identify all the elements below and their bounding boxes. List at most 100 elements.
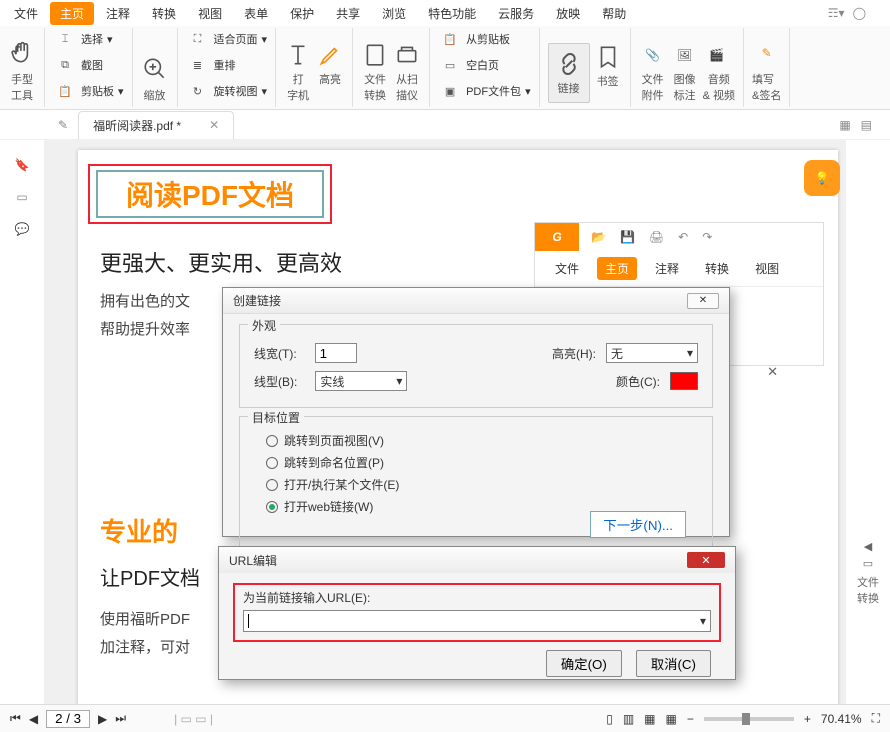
menubar: 文件 主页 注释 转换 视图 表单 保护 共享 浏览 特色功能 云服务 放映 帮… (0, 0, 890, 26)
fitpage-button[interactable]: ⛶适合页面 ▾ (186, 27, 268, 51)
mini-tab-convert[interactable]: 转换 (697, 257, 737, 280)
view-facing-icon[interactable]: ▦ (644, 712, 655, 726)
url-input[interactable]: ▾ (243, 610, 711, 632)
fullscreen-icon[interactable]: ⛶ (872, 711, 880, 726)
highlight-icon[interactable] (316, 41, 344, 69)
menu-slideshow[interactable]: 放映 (546, 2, 590, 25)
rightbar-fileconv-icon[interactable]: ▭ (863, 557, 873, 570)
zoom-icon[interactable] (141, 55, 169, 83)
menu-file[interactable]: 文件 (4, 2, 48, 25)
view-contfacing-icon[interactable]: ▦ (666, 712, 677, 726)
page-input[interactable] (46, 710, 90, 728)
menu-cloud[interactable]: 云服务 (488, 2, 544, 25)
menu-view[interactable]: 视图 (188, 2, 232, 25)
zoom-slider[interactable] (704, 717, 794, 721)
mini-tab-annot[interactable]: 注释 (647, 257, 687, 280)
mini-open-icon[interactable]: 📂 (591, 230, 606, 244)
radio-pageview[interactable]: 跳转到页面视图(V) (266, 432, 698, 449)
document-tabbar: ✎ 福昕阅读器.pdf * ✕ ▦ ▤ (0, 110, 890, 140)
highlight-select[interactable]: 无▾ (606, 343, 698, 363)
bookmark-panel-icon[interactable]: 🔖 (15, 158, 30, 172)
reflow-button[interactable]: ≣重排 (186, 53, 268, 77)
ok-button[interactable]: 确定(O) (546, 650, 622, 677)
prev-page-icon[interactable]: ◀ (29, 712, 38, 726)
last-page-icon[interactable]: ⏭ (115, 711, 126, 726)
mini-tab-view[interactable]: 视图 (747, 257, 787, 280)
screenshot-button[interactable]: ⧉截图 (53, 53, 124, 77)
mini-print-icon[interactable]: 🖨 (649, 230, 664, 244)
ribbon: 手型 工具 ⌶选择 ▾ ⧉截图 📋剪贴板 ▾ 缩放 ⛶适合页面 ▾ ≣重排 ↻旋… (0, 26, 890, 110)
hand-tool-icon[interactable] (8, 39, 36, 67)
next-button[interactable]: 下一步(N)... (590, 511, 686, 538)
menu-protect[interactable]: 保护 (280, 2, 324, 25)
doc-text-4: 使用福昕PDF (100, 608, 190, 629)
menu-help[interactable]: 帮助 (592, 2, 636, 25)
fromclip-button[interactable]: 📋从剪贴板 (438, 27, 531, 51)
file-tab[interactable]: 福昕阅读器.pdf * ✕ (78, 111, 234, 139)
pages-panel-icon[interactable]: ▭ (16, 190, 27, 204)
blankpage-button[interactable]: ▭空白页 (438, 53, 531, 77)
menu-form[interactable]: 表单 (234, 2, 278, 25)
link-annotation-box[interactable]: 阅读PDF文档 (96, 170, 324, 218)
next-page-icon[interactable]: ▶ (98, 712, 107, 726)
header-circle-icon[interactable]: ◯ (853, 6, 866, 20)
menu-convert[interactable]: 转换 (142, 2, 186, 25)
view-cont-icon[interactable]: ▥ (623, 712, 634, 726)
fillsign-icon[interactable]: ✎ (753, 39, 781, 67)
av-icon[interactable]: 🎬 (703, 41, 731, 69)
select-button[interactable]: ⌶选择 ▾ (53, 27, 124, 51)
mini-save-icon[interactable]: 💾 (620, 230, 635, 244)
panel-icon[interactable]: ▤ (861, 118, 872, 132)
tab-close-icon[interactable]: ✕ (209, 118, 219, 132)
radio-named[interactable]: 跳转到命名位置(P) (266, 454, 698, 471)
url-label: 为当前链接输入URL(E): (243, 589, 711, 606)
typewriter-icon[interactable] (284, 41, 312, 69)
scanner-icon[interactable] (393, 41, 421, 69)
zoom-out-icon[interactable]: − (687, 712, 694, 726)
mini-undo-icon[interactable]: ↶ (678, 230, 688, 244)
rotate-icon: ↻ (186, 79, 210, 103)
zoom-label: 缩放 (144, 87, 166, 103)
menu-share[interactable]: 共享 (326, 2, 370, 25)
dialog2-close-icon[interactable]: ✕ (687, 552, 725, 568)
menu-home[interactable]: 主页 (50, 2, 94, 25)
clip-icon: 📋 (438, 27, 462, 51)
bookmark-icon[interactable] (594, 43, 622, 71)
linetype-select[interactable]: 实线▾ (315, 371, 407, 391)
mini-close-icon[interactable]: ✕ (767, 364, 778, 380)
doc-title: 阅读PDF文档 (126, 174, 294, 214)
rotate-button[interactable]: ↻旋转视图 ▾ (186, 79, 268, 103)
menu-feature[interactable]: 特色功能 (418, 2, 486, 25)
grid-icon[interactable]: ▦ (839, 118, 850, 132)
view-single-icon[interactable]: ▯ (606, 712, 613, 726)
radio-file[interactable]: 打开/执行某个文件(E) (266, 476, 698, 493)
fileconv-icon[interactable] (361, 41, 389, 69)
pack-icon: ▣ (438, 79, 462, 103)
cancel-button[interactable]: 取消(C) (636, 650, 711, 677)
clipboard-button[interactable]: 📋剪贴板 ▾ (53, 79, 124, 103)
search-dropdown-icon[interactable]: ☶▾ (828, 6, 845, 20)
blank-icon: ▭ (438, 53, 462, 77)
chevron-down-icon: ▾ (687, 346, 693, 360)
pdfpack-button[interactable]: ▣PDF文件包 ▾ (438, 79, 531, 103)
mini-redo-icon[interactable]: ↷ (702, 230, 712, 244)
menu-annot[interactable]: 注释 (96, 2, 140, 25)
color-swatch[interactable] (670, 372, 698, 390)
first-page-icon[interactable]: ⏮ (10, 711, 21, 726)
fitpage-icon: ⛶ (186, 27, 210, 51)
imgannot-icon[interactable]: 🖼 (671, 41, 699, 69)
zoom-in-icon[interactable]: + (804, 712, 811, 726)
mini-tab-home[interactable]: 主页 (597, 257, 637, 280)
dialog1-close-icon[interactable]: ✕ (687, 293, 719, 309)
right-expand-icon[interactable]: ◀ (864, 540, 872, 553)
mini-tab-file[interactable]: 文件 (547, 257, 587, 280)
linewidth-input[interactable] (315, 343, 357, 363)
link-button[interactable]: 链接 (548, 43, 590, 103)
pencil-icon[interactable]: ✎ (58, 118, 68, 132)
comments-panel-icon[interactable]: 💬 (15, 222, 30, 236)
reflow-icon: ≣ (186, 53, 210, 77)
attach-icon[interactable]: 📎 (639, 41, 667, 69)
tips-bulb-icon[interactable]: 💡 (804, 160, 840, 196)
right-sidebar: ◀ ▭ 文件 转换 (846, 140, 890, 700)
menu-browse[interactable]: 浏览 (372, 2, 416, 25)
